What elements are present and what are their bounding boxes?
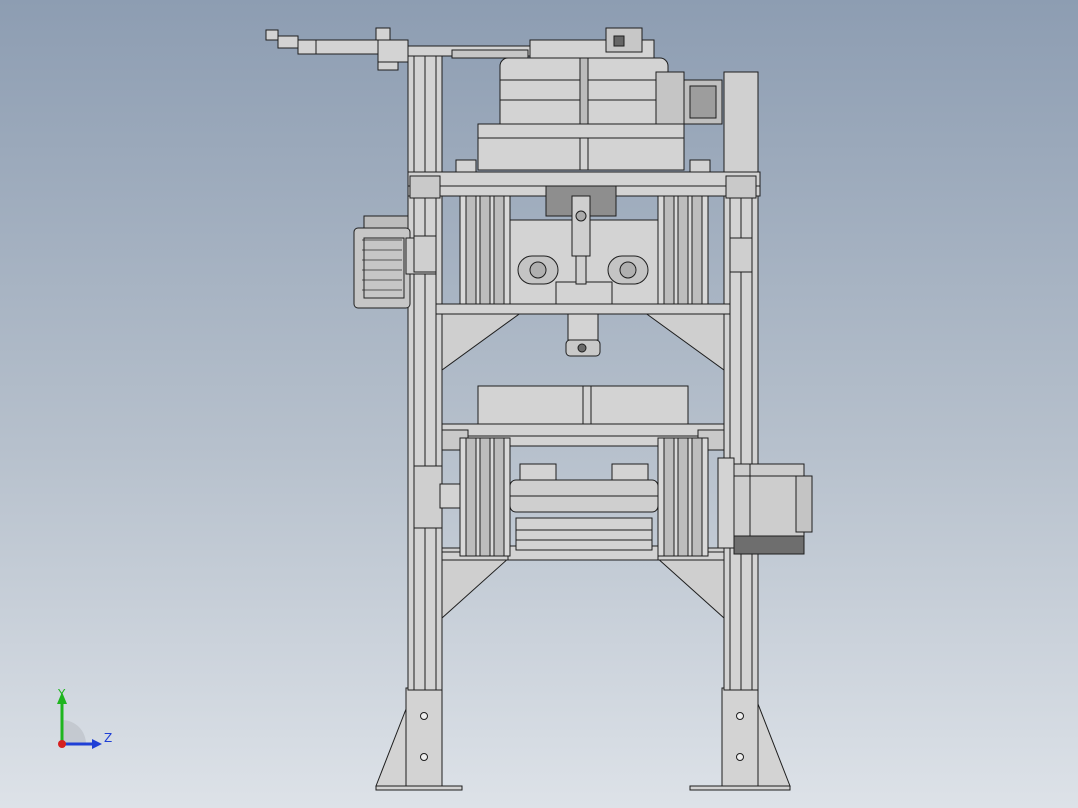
spindle (565, 313, 601, 357)
left-foot (375, 687, 463, 791)
coordinate-triad: Y Z (44, 682, 124, 762)
top-press-unit (477, 39, 723, 171)
left-upright (407, 55, 443, 691)
z-axis-label: Z (104, 731, 113, 745)
right-foot (689, 687, 791, 791)
graphics-viewport[interactable]: Y Z (0, 0, 1078, 808)
top-right-post (723, 71, 759, 189)
lower-roller-assembly (413, 437, 709, 557)
lower-frame (441, 545, 725, 620)
cad-assembly-model[interactable] (0, 0, 1078, 808)
right-motor (717, 457, 813, 555)
upper-roller-assembly (459, 185, 709, 305)
y-axis-label: Y (58, 687, 66, 701)
triad-arrows-icon (57, 692, 102, 749)
